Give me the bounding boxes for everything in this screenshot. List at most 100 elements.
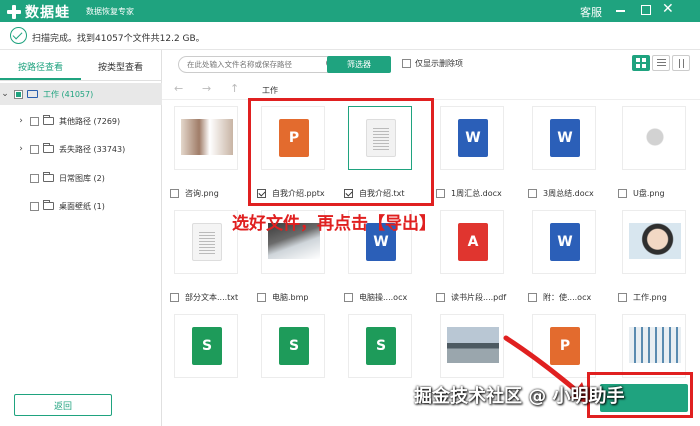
file-name: 工作.png (633, 293, 667, 302)
tab-by-type[interactable]: 按类型查看 (98, 60, 143, 73)
tree-checkbox[interactable] (30, 201, 39, 211)
file-card[interactable]: U盘.png (614, 102, 686, 198)
arrow-up-icon[interactable]: ↑ (230, 82, 239, 95)
tab-by-path[interactable]: 按路径查看 (18, 60, 63, 73)
file-checkbox[interactable] (257, 293, 266, 302)
grid-view-icon[interactable] (632, 55, 650, 71)
sheet-icon (192, 327, 222, 365)
detail-view-icon[interactable] (672, 55, 690, 71)
word-icon (550, 119, 580, 157)
tree-checkbox[interactable] (14, 89, 23, 99)
file-thumbnail[interactable] (174, 210, 238, 274)
file-card[interactable] (253, 310, 325, 390)
filter-button[interactable]: 筛选器 (327, 56, 391, 73)
file-thumbnail[interactable] (440, 314, 504, 378)
file-thumbnail[interactable] (261, 314, 325, 378)
tree-item-label: 工作 (41057) (43, 89, 94, 99)
list-view-icon[interactable] (652, 55, 670, 71)
watermark: 掘金技术社区 @ 小明助手 (414, 386, 625, 407)
only-deleted-toggle[interactable]: 仅显示删除项 (402, 58, 463, 69)
photo-icon (629, 327, 681, 363)
file-card[interactable]: 3周总结.docx (524, 102, 596, 198)
tree-checkbox[interactable] (30, 173, 39, 183)
word-icon (550, 223, 580, 261)
file-checkbox[interactable] (344, 293, 353, 302)
file-card[interactable]: 部分文本....txt (166, 206, 238, 302)
file-card[interactable] (166, 310, 238, 390)
search-box (178, 56, 346, 73)
photo-icon (181, 119, 233, 155)
close-icon[interactable]: ✕ (662, 1, 674, 17)
file-thumbnail[interactable] (532, 210, 596, 274)
file-card[interactable] (340, 310, 412, 390)
file-name-row: 电脑.bmp (253, 292, 337, 303)
file-checkbox[interactable] (528, 189, 537, 198)
file-name: 电脑.bmp (272, 293, 309, 302)
file-thumbnail[interactable] (174, 314, 238, 378)
file-checkbox[interactable] (618, 293, 627, 302)
file-card[interactable]: 工作.png (614, 206, 686, 302)
folder-icon (43, 172, 54, 182)
file-checkbox[interactable] (436, 189, 445, 198)
tree-item-label: 日常图库 (2) (59, 173, 105, 183)
maximize-icon[interactable] (641, 5, 651, 15)
file-thumbnail[interactable] (622, 210, 686, 274)
file-card[interactable] (432, 310, 504, 390)
scan-status-text: 扫描完成。找到41057个文件共12.2 GB。 (32, 34, 205, 44)
file-name-row: 电脑操....ocx (340, 292, 424, 303)
pdf-icon (458, 223, 488, 261)
file-card[interactable]: 咨询.png (166, 102, 238, 198)
file-name-row: U盘.png (614, 188, 698, 199)
tree-item-desktop-wallpaper[interactable]: 桌面壁纸 (1) (0, 195, 162, 217)
txt-icon (192, 223, 222, 261)
file-name-row: 工作.png (614, 292, 698, 303)
file-thumbnail[interactable] (440, 106, 504, 170)
file-name-row: 附：使....ocx (524, 292, 608, 303)
file-thumbnail[interactable] (440, 210, 504, 274)
sheet-icon (279, 327, 309, 365)
file-checkbox[interactable] (170, 189, 179, 198)
file-checkbox[interactable] (618, 189, 627, 198)
chevron-down-icon[interactable]: ⌄ (0, 89, 10, 99)
cross-icon (6, 4, 22, 20)
arrow-left-icon[interactable]: ← (174, 82, 183, 95)
file-thumbnail[interactable] (174, 106, 238, 170)
file-checkbox[interactable] (170, 293, 179, 302)
tree-item-label: 其他路径 (7269) (59, 116, 121, 126)
app-logo: 数据蛙 (6, 2, 70, 22)
chevron-right-icon[interactable]: › (16, 116, 26, 126)
folder-icon (43, 143, 54, 153)
file-card[interactable]: 1周汇总.docx (432, 102, 504, 198)
tree-checkbox[interactable] (30, 144, 39, 154)
minimize-icon[interactable] (616, 10, 625, 12)
app-name: 数据蛙 (25, 5, 70, 21)
only-deleted-checkbox[interactable] (402, 59, 411, 68)
tree-item-label: 丢失路径 (33743) (59, 144, 126, 154)
folder-icon (43, 200, 54, 210)
chevron-right-icon[interactable]: › (16, 144, 26, 154)
selection-highlight-box (248, 98, 434, 206)
file-checkbox[interactable] (528, 293, 537, 302)
tree-item-other-paths[interactable]: › 其他路径 (7269) (0, 110, 162, 132)
file-name: 电脑操....ocx (359, 293, 408, 302)
tree-checkbox[interactable] (30, 116, 39, 126)
back-button[interactable]: 返回 (14, 394, 112, 416)
file-card[interactable]: 附：使....ocx (524, 206, 596, 302)
file-card[interactable]: 读书片段....pdf (432, 206, 506, 302)
arrow-right-icon[interactable]: → (202, 82, 211, 95)
tree-item-work[interactable]: ⌄ 工作 (41057) (0, 83, 162, 105)
customer-service-link[interactable]: 客服 (580, 4, 602, 20)
photo-icon (629, 119, 681, 155)
file-name-row: 咨询.png (166, 188, 250, 199)
tree-item-daily-gallery[interactable]: 日常图库 (2) (0, 167, 162, 189)
file-thumbnail[interactable] (622, 314, 686, 378)
file-thumbnail[interactable] (622, 106, 686, 170)
tree-item-lost-paths[interactable]: › 丢失路径 (33743) (0, 138, 162, 160)
file-name-row: 部分文本....txt (166, 292, 250, 303)
folder-icon (43, 115, 54, 125)
file-name: 咨询.png (185, 189, 219, 198)
file-thumbnail[interactable] (532, 106, 596, 170)
file-thumbnail[interactable] (348, 314, 412, 378)
file-checkbox[interactable] (436, 293, 445, 302)
search-input[interactable] (178, 56, 346, 73)
